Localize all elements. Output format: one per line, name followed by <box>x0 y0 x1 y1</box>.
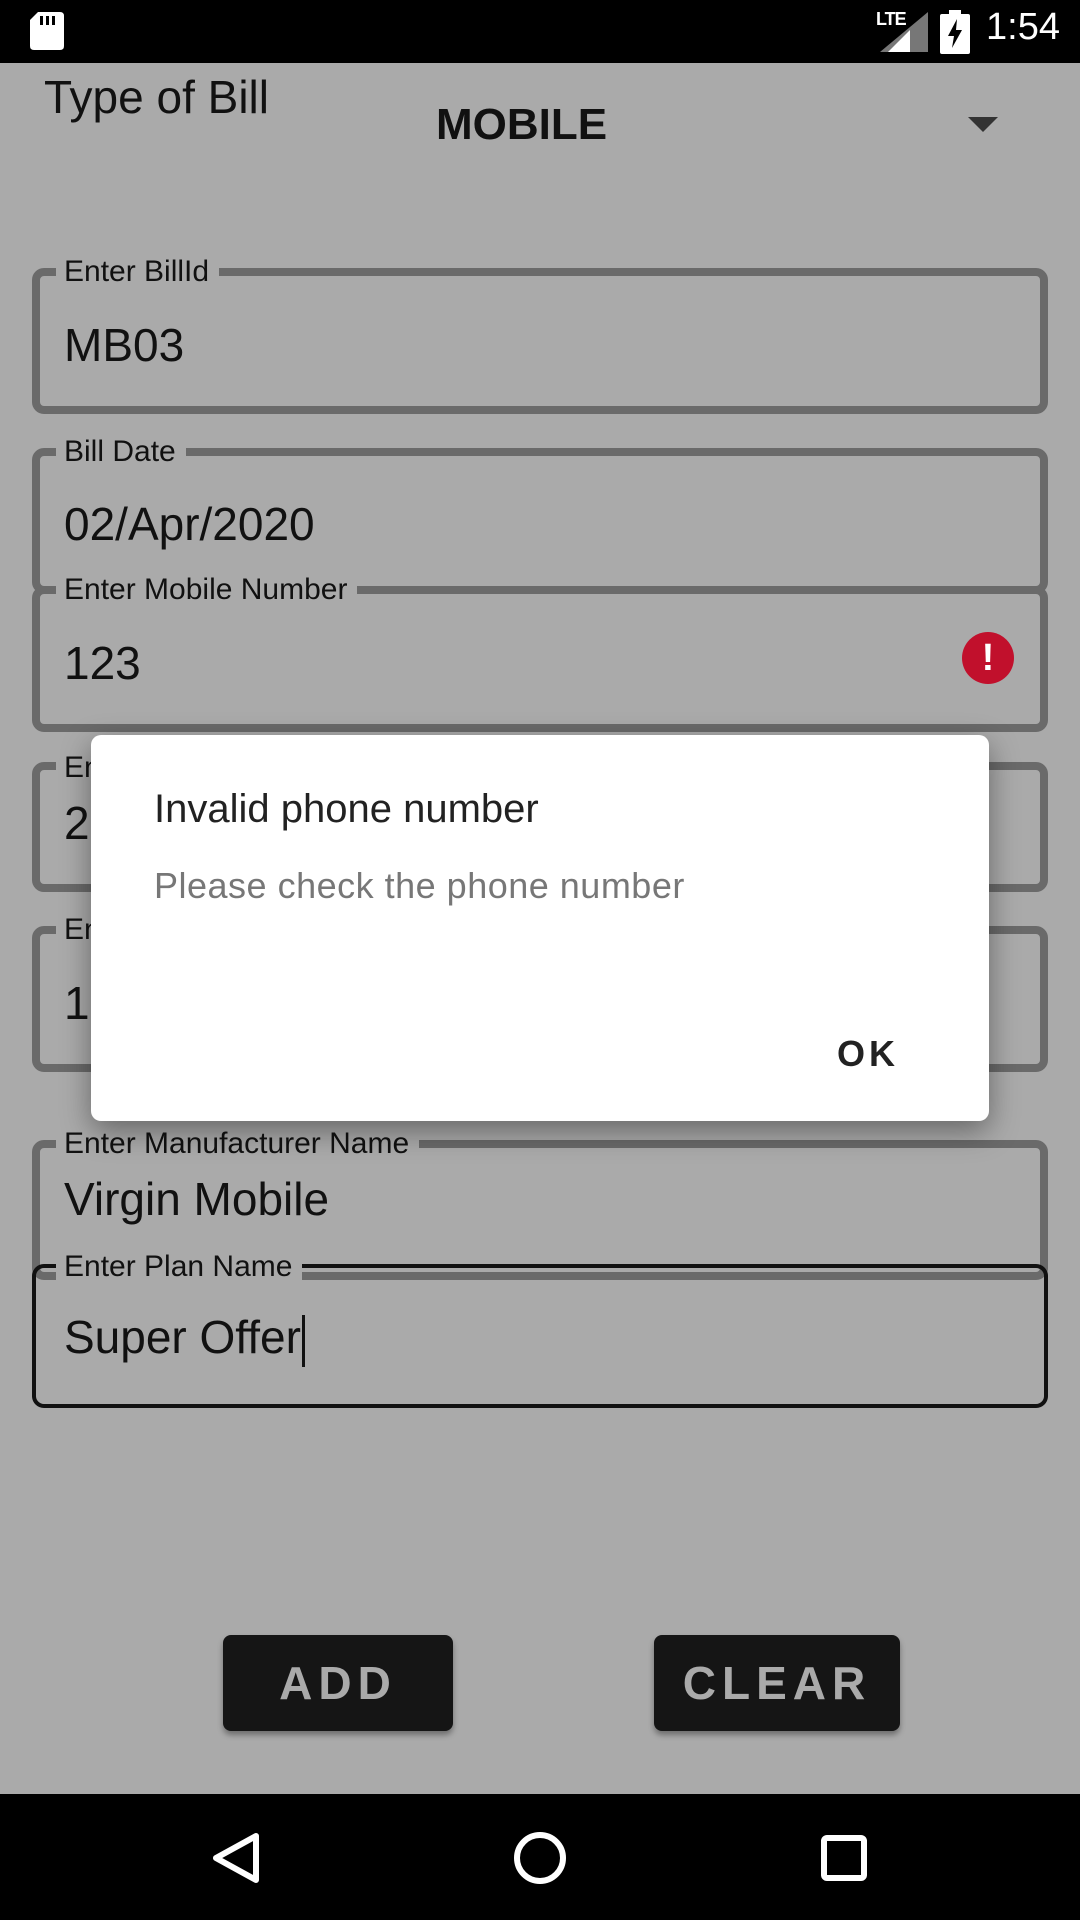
bill-id-value: MB03 <box>64 319 185 371</box>
type-of-bill-label: Type of Bill <box>44 71 269 123</box>
bill-id-label: Enter BillId <box>56 255 220 289</box>
back-icon[interactable] <box>210 1832 260 1884</box>
bill-date-label: Bill Date <box>56 435 186 469</box>
plan-name-value: Super Offer <box>64 1311 301 1363</box>
error-icon: ! <box>962 632 1014 684</box>
ok-button[interactable]: OK <box>837 1033 899 1075</box>
field-5-value: 1 <box>64 977 90 1029</box>
invalid-phone-dialog: Invalid phone number Please check the ph… <box>91 735 989 1121</box>
bill-type-value: MOBILE <box>436 100 608 149</box>
recents-icon[interactable] <box>820 1834 868 1882</box>
mobile-number-label: Enter Mobile Number <box>56 573 358 607</box>
dialog-message: Please check the phone number <box>154 865 685 906</box>
bill-type-spinner[interactable]: MOBILE <box>420 78 1020 168</box>
home-icon[interactable] <box>512 1830 568 1886</box>
text-caret <box>301 1314 305 1367</box>
manufacturer-value: Virgin Mobile <box>64 1173 330 1225</box>
clear-button[interactable]: CLEAR <box>654 1635 900 1731</box>
signal-icon <box>880 12 928 52</box>
field-4-value: 2 <box>64 797 90 849</box>
mobile-number-value: 123 <box>64 637 141 689</box>
bill-date-value: 02/Apr/2020 <box>64 498 315 550</box>
sd-card-icon <box>30 12 64 50</box>
battery-charging-icon <box>940 10 970 54</box>
bill-id-field[interactable] <box>32 268 1048 414</box>
mobile-number-field[interactable] <box>32 586 1048 732</box>
manufacturer-label: Enter Manufacturer Name <box>56 1127 420 1161</box>
add-button[interactable]: ADD <box>223 1635 453 1731</box>
status-time: 1:54 <box>986 6 1060 48</box>
chevron-down-icon <box>968 117 998 132</box>
dialog-title: Invalid phone number <box>154 787 539 831</box>
plan-name-label: Enter Plan Name <box>56 1250 303 1284</box>
plan-name-input[interactable]: Super Offer <box>64 1310 305 1367</box>
